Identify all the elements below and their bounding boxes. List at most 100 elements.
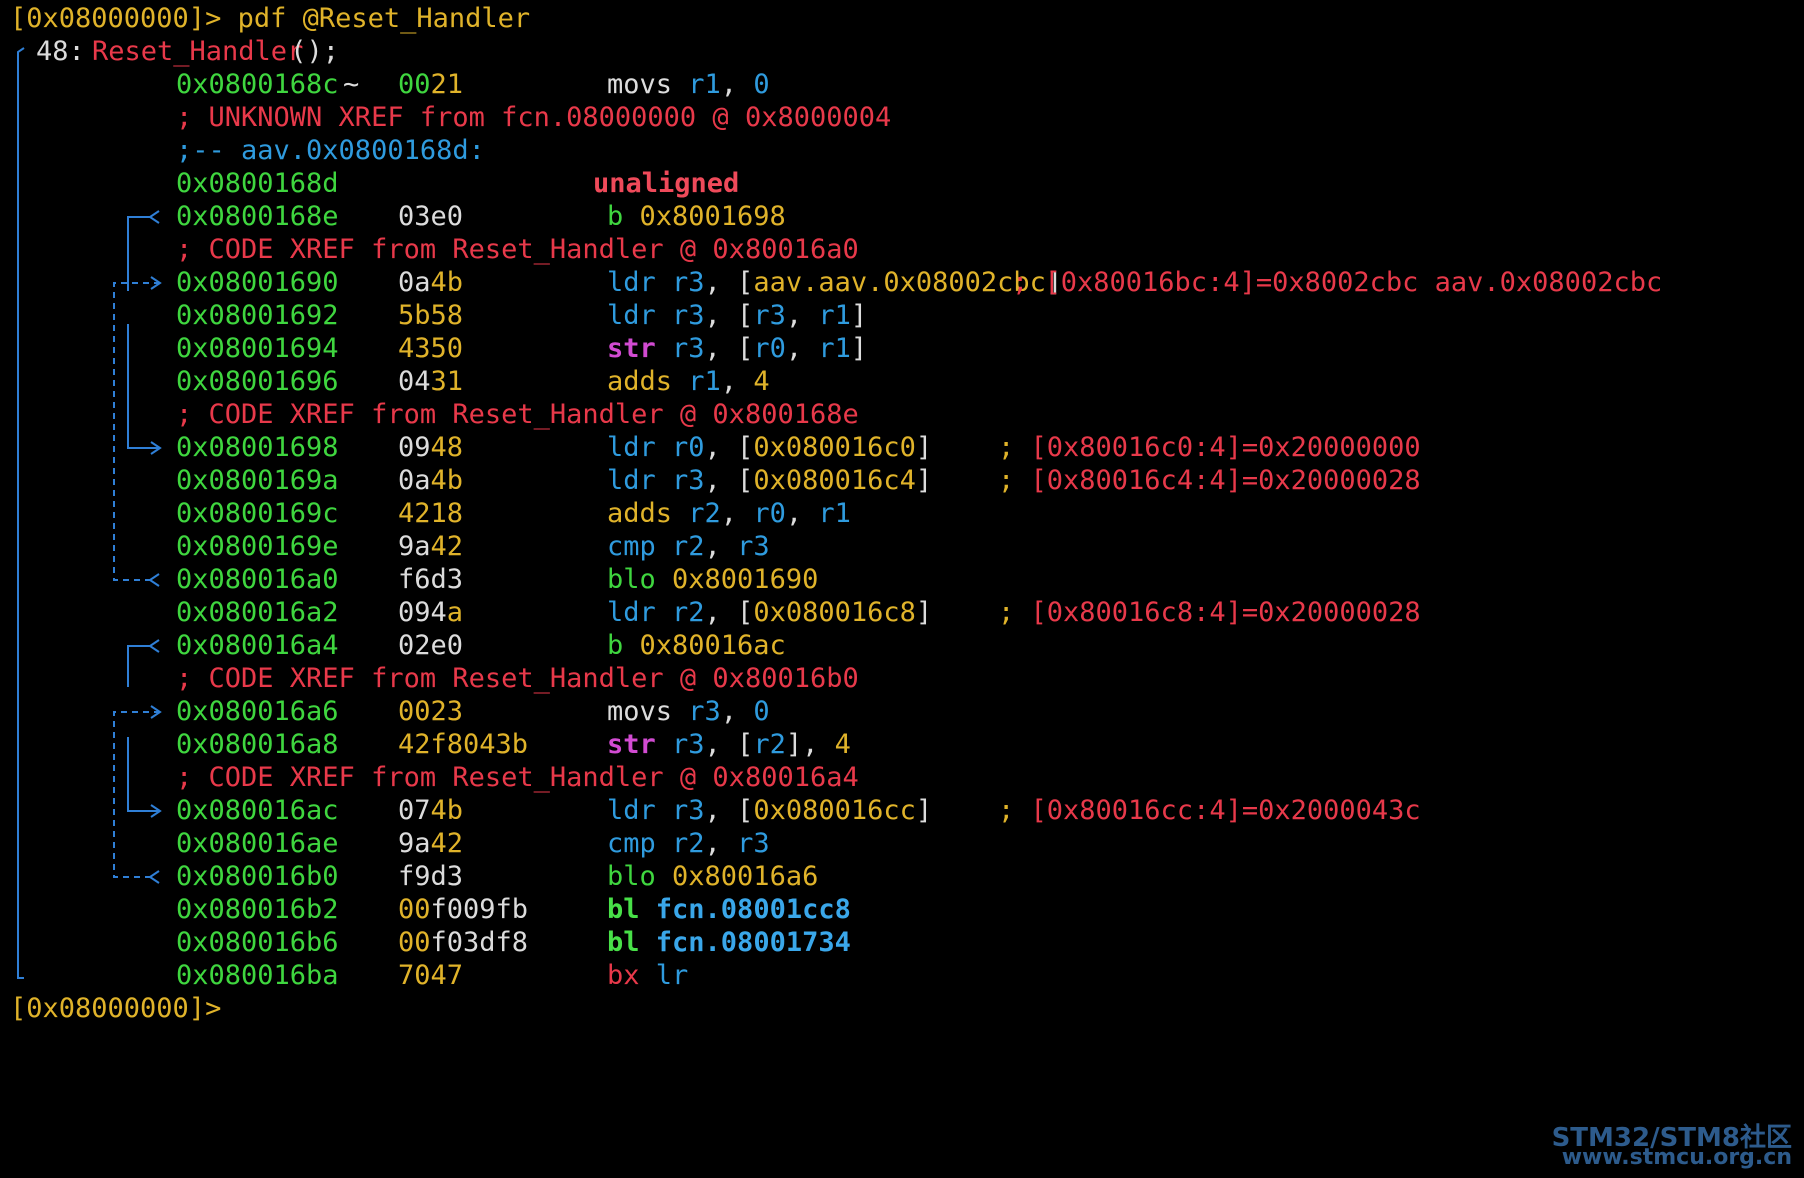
instruction-text-token: ] xyxy=(915,597,933,628)
opcode-bytes-token: 4350 xyxy=(398,333,464,364)
instruction-text-token: , xyxy=(720,696,754,727)
inline-comment-token: ; xyxy=(998,465,1031,496)
instruction-text-token: movs xyxy=(607,696,689,727)
instruction-text-token: , xyxy=(785,300,819,331)
opcode-bytes-token: 42 xyxy=(430,531,464,562)
instruction-text-token: 0x080016c8 xyxy=(753,597,916,628)
instruction-text-token: , xyxy=(720,69,754,100)
instruction-text-token: r3 xyxy=(672,795,705,826)
opcode-bytes-token: 42f8043b xyxy=(398,729,529,760)
instruction-text-token: r3 xyxy=(737,828,770,859)
final-prompt: [0x08000000]> xyxy=(10,993,222,1024)
instruction-text-token: r3 xyxy=(672,465,705,496)
opcode-bytes-token: 02e0 xyxy=(398,630,464,661)
opcode-bytes-token: 21 xyxy=(430,69,464,100)
instruction-text-token: blo xyxy=(607,564,673,595)
instruction-text-token: b xyxy=(607,201,640,232)
instruction-text-token: ] xyxy=(915,795,933,826)
instruction-text-token: r1 xyxy=(818,333,851,364)
instruction-text-token: 0 xyxy=(753,69,770,100)
jump-arrow-b-1698-in xyxy=(127,324,158,449)
opcode-bytes-token: f6d3 xyxy=(398,564,464,595)
instruction-text-token: r3 xyxy=(737,531,770,562)
instruction-text-token: r2 xyxy=(672,597,705,628)
opcode-bytes-token: 4218 xyxy=(398,498,464,529)
instruction-text-token: , xyxy=(785,498,819,529)
instruction-text-token: bx xyxy=(607,960,656,991)
instruction-text-token: r1 xyxy=(818,300,851,331)
opcode-bytes-token: f03df8 xyxy=(430,927,529,958)
instruction-text-token: ] xyxy=(915,432,933,463)
opcode-bytes-token: 48 xyxy=(430,432,464,463)
loop-arrowhead-blo-1690-out xyxy=(148,573,160,587)
instruction-text-token: , xyxy=(720,498,754,529)
instruction-text-token: cmp xyxy=(607,531,673,562)
opcode-bytes-token: 00 xyxy=(398,69,431,100)
instruction-text-token: r1 xyxy=(688,69,721,100)
instruction-text-token: b xyxy=(607,630,640,661)
instruction-text-token: r1 xyxy=(818,498,851,529)
instruction-text-token: 4 xyxy=(753,366,770,397)
inline-comment-token: [0x80016c0:4]=0x20000000 xyxy=(1030,432,1421,463)
function-header: 48: Reset_Handler (); xyxy=(0,33,339,71)
instruction-text-token: , [ xyxy=(704,432,754,463)
instruction-text-token: r3 xyxy=(672,267,705,298)
xref-comment-token: ; CODE XREF from Reset_Handler @ 0x80016… xyxy=(176,399,859,430)
opcode-bytes-token: 0a xyxy=(398,267,431,298)
instruction-text: bx lr xyxy=(607,957,688,995)
opcode-bytes-token: 00 xyxy=(398,927,431,958)
xref-comment-token: ;-- aav.0x0800168d: xyxy=(176,135,485,166)
inline-comment: ; [0x80016c8:4]=0x20000028 xyxy=(998,594,1421,632)
instruction-text-token: ] xyxy=(850,333,868,364)
jump-arrowhead-b-1698-out xyxy=(148,210,160,224)
instruction-text-token: , [ xyxy=(704,300,754,331)
instruction-text-token: 0x8001690 xyxy=(672,564,819,595)
instruction-text-token: fcn.08001734 xyxy=(655,927,851,958)
opcode-bytes-token: 00 xyxy=(398,894,431,925)
opcode-bytes-token: 0023 xyxy=(398,696,464,727)
instruction-text-token: r3 xyxy=(672,729,705,760)
opcode-bytes-token: 03e0 xyxy=(398,201,464,232)
instruction-text-token: str xyxy=(607,333,673,364)
opcode-bytes-token: 4b xyxy=(430,267,464,298)
xref-comment-token: ; CODE XREF from Reset_Handler @ 0x80016… xyxy=(176,663,859,694)
opcode-bytes-token: 04 xyxy=(398,366,431,397)
instruction-text-token: r3 xyxy=(672,333,705,364)
opcode-bytes-token: 094 xyxy=(398,597,447,628)
instruction-text-token: ldr xyxy=(607,597,673,628)
jump-arrowhead-b-16ac-out xyxy=(148,639,160,653)
instruction-text-token: 0x80016a6 xyxy=(672,861,819,892)
inline-comment-token: ; xyxy=(998,795,1031,826)
instruction-text-token: 0 xyxy=(753,696,770,727)
instruction-text-token: ldr xyxy=(607,267,673,298)
instruction-text-token: r0 xyxy=(672,432,705,463)
instruction-text-token: r3 xyxy=(688,696,721,727)
watermark-url: www.stmcu.org.cn xyxy=(1561,1145,1792,1170)
instruction-text-token: ], xyxy=(785,729,835,760)
final-prompt-line[interactable]: [0x08000000]> xyxy=(0,990,221,1028)
inline-comment-token: [0x80016c8:4]=0x20000028 xyxy=(1030,597,1421,628)
opcode-bytes-token: 07 xyxy=(398,795,431,826)
instruction-text-token: , xyxy=(720,366,754,397)
instruction-text-token: 0x080016c4 xyxy=(753,465,916,496)
instruction-text-token: ldr xyxy=(607,300,673,331)
instruction-text-token: r2 xyxy=(672,531,705,562)
instruction-text-token: lr xyxy=(655,960,689,991)
opcode-bytes-token: 7047 xyxy=(398,960,464,991)
instruction-text-token: , [ xyxy=(704,597,754,628)
loop-arrowhead-blo-16a6-out xyxy=(148,870,160,884)
instruction-text-token: , xyxy=(704,531,738,562)
loop-arrow-blo-16a6 xyxy=(113,711,160,878)
instruction-text-token: adds xyxy=(607,366,689,397)
instruction-text-token: 4 xyxy=(834,729,851,760)
instruction-text-token: , [ xyxy=(704,729,754,760)
opcode-bytes-token: 4b xyxy=(430,795,464,826)
inline-comment-token: [0x80016cc:4]=0x2000043c xyxy=(1030,795,1421,826)
opcode-bytes-token: 31 xyxy=(430,366,464,397)
instruction-text-token: 0x080016cc xyxy=(753,795,916,826)
instruction-text-token: str xyxy=(607,729,673,760)
instruction-text-token: , xyxy=(785,333,819,364)
inline-comment: ; [0x80016cc:4]=0x2000043c xyxy=(998,792,1421,830)
terminal-window[interactable]: [0x08000000]> pdf @Reset_Handler 48: Res… xyxy=(0,0,1804,1178)
instruction-text-token: adds xyxy=(607,498,689,529)
